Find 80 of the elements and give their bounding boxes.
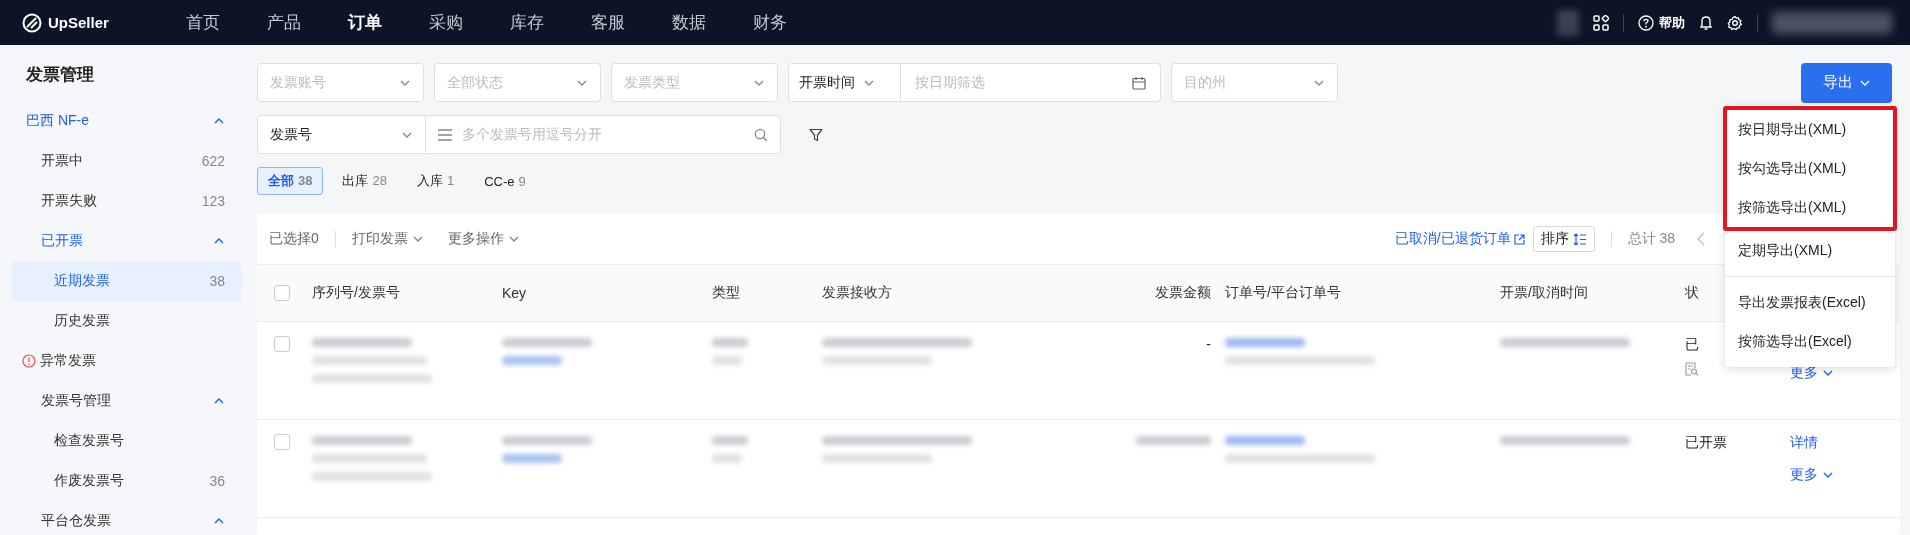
caret-icon [1822,368,1834,378]
status-text: 已开票 [1685,434,1727,452]
select-field[interactable]: 开票时间 [789,64,901,101]
blurred-text [712,338,748,347]
total-count: 总计 38 [1627,230,1675,248]
sidebar-item[interactable]: 开票中 622 [12,141,242,181]
bell-icon[interactable] [1699,14,1713,31]
column-header: 发票接收方 [822,284,893,302]
sidebar-item[interactable]: 平台仓发票 [12,501,242,535]
sidebar-item[interactable]: 检查发票号 [12,421,242,461]
blurred-tag [502,454,562,463]
toolbar-dropdown[interactable]: 更多操作 [447,230,520,248]
external-link-icon [1513,233,1525,245]
sidebar-item[interactable]: 发票号管理 [12,381,242,421]
blurred-icon [1557,9,1579,36]
blurred-text [712,436,748,445]
export-button[interactable]: 导出 [1801,62,1892,103]
blurred-tag [502,356,562,365]
logo-icon [22,12,42,33]
caret-icon [507,234,520,244]
toolbar-dropdown[interactable]: 打印发票 [351,230,424,248]
menu-item[interactable]: 按勾选导出(XML) [1727,149,1893,188]
sidebar-item[interactable]: 历史发票 [12,301,242,341]
column-header: 类型 [712,284,741,302]
sidebar-title: 发票管理 [25,64,95,86]
more-dropdown[interactable]: 更多 [1790,466,1900,484]
menu-item[interactable]: 按日期导出(XML) [1727,110,1893,149]
settings-icon[interactable] [1727,14,1743,31]
grid-icon[interactable] [1593,14,1609,31]
table-cell-text: - [1205,336,1212,352]
menu-item[interactable]: 按筛选导出(XML) [1727,188,1893,227]
help-icon [1638,14,1654,31]
checkbox[interactable] [274,285,290,301]
checkbox[interactable] [274,434,290,450]
tab[interactable]: 全部 38 [257,167,324,195]
tab[interactable]: 入库 1 [405,167,466,195]
sidebar-item[interactable]: 巴西 NF-e [12,101,242,141]
checkbox[interactable] [274,336,290,352]
tab[interactable]: CC-e 9 [473,168,537,194]
column-header: 开票/取消时间 [1500,284,1589,302]
details-link[interactable]: 详情 [1790,434,1900,452]
search-icon[interactable] [754,127,768,142]
selection-count: 已选择0 [269,230,319,248]
status-text: 已 [1685,336,1699,354]
blurred-text [712,356,742,365]
list-icon [438,128,452,141]
sidebar-item[interactable]: 近期发票 38 [12,261,242,301]
sidebar-item[interactable]: 开票失败 123 [12,181,242,221]
nav-item[interactable]: 首页 [162,11,243,34]
caret-icon [411,234,424,244]
help-link[interactable]: 帮助 [1638,13,1685,32]
blurred-text [712,454,742,463]
calendar-icon [1132,75,1146,90]
column-header: 订单号/平台订单号 [1225,284,1342,302]
nav-item[interactable]: 订单 [324,11,405,34]
sidebar-item[interactable]: 异常发票 [12,341,242,381]
menu-item[interactable]: 导出发票报表(Excel) [1725,283,1895,322]
nav-item[interactable]: 产品 [243,11,324,34]
cancelled-orders-link[interactable]: 已取消/已退货订单 [1394,230,1525,248]
menu-item[interactable]: 定期导出(XML) [1725,231,1895,270]
menu-item[interactable]: 按筛选导出(Excel) [1725,322,1895,361]
chevron-left-icon[interactable] [1697,232,1705,246]
tab[interactable]: 出库 28 [331,167,398,195]
caret-icon [1822,470,1834,480]
column-header: 发票金额 [1154,284,1212,302]
sidebar-item[interactable]: 已开票 [12,221,242,261]
alert-icon [22,354,36,368]
select-field[interactable]: 发票号 [258,116,426,153]
nav-item[interactable]: 客服 [567,11,648,34]
column-header: 序列号/发票号 [312,284,401,302]
nav-item[interactable]: 库存 [486,11,567,34]
logo-text: UpSeller [48,14,109,31]
sort-button[interactable]: 排序 [1532,226,1595,252]
filter-icon[interactable] [809,127,823,142]
nav-item[interactable]: 财务 [729,11,810,34]
sidebar-item[interactable]: 作废发票号 36 [12,461,242,501]
nav-item[interactable]: 采购 [405,11,486,34]
nav-item[interactable]: 数据 [648,11,729,34]
sort-icon [1572,232,1587,246]
column-header: Key [502,285,528,301]
